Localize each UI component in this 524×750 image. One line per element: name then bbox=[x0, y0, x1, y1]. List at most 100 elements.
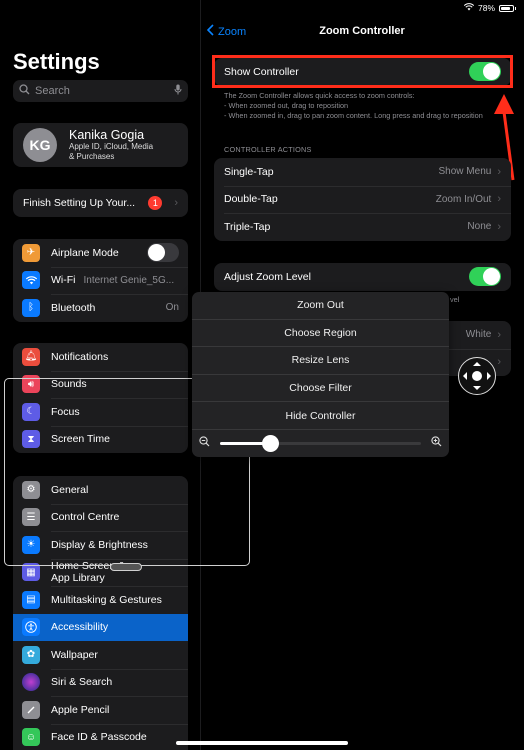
adjust-zoom-group: Adjust Zoom Level bbox=[214, 263, 511, 291]
apple-id-profile[interactable]: KG Kanika Gogia Apple ID, iCloud, Media … bbox=[13, 123, 188, 167]
home-indicator[interactable] bbox=[176, 741, 348, 745]
single-tap-row[interactable]: Single-Tap Show Menu › bbox=[214, 158, 511, 186]
action-label: Triple-Tap bbox=[224, 220, 271, 233]
bluetooth-value: On bbox=[165, 302, 179, 314]
chevron-right-icon: › bbox=[497, 328, 501, 341]
sidebar-item-apple-pencil[interactable]: Apple Pencil bbox=[13, 696, 188, 724]
slider-thumb[interactable] bbox=[262, 434, 280, 452]
triple-tap-row[interactable]: Triple-Tap None › bbox=[214, 213, 511, 241]
zoom-controller-joystick[interactable] bbox=[458, 357, 496, 395]
airplane-mode-toggle[interactable] bbox=[147, 243, 179, 263]
finish-setup-label: Finish Setting Up Your... bbox=[23, 197, 136, 209]
sidebar-item-label: Wi-Fi bbox=[51, 274, 76, 287]
sidebar-item-bluetooth[interactable]: ᛒ Bluetooth On bbox=[13, 294, 188, 322]
sidebar-item-siri-search[interactable]: Siri & Search bbox=[13, 668, 188, 697]
sidebar-item-accessibility[interactable]: Accessibility bbox=[13, 613, 188, 641]
accessibility-icon bbox=[22, 618, 40, 637]
adjust-zoom-label: Adjust Zoom Level bbox=[224, 270, 311, 283]
sidebar-item-wifi[interactable]: Wi-Fi Internet Genie_5G... bbox=[13, 266, 188, 295]
wifi-network-value: Internet Genie_5G... bbox=[83, 274, 175, 286]
sidebar-item-multitasking[interactable]: ▤ Multitasking & Gestures bbox=[13, 586, 188, 614]
battery-percent: 78% bbox=[477, 3, 495, 13]
profile-name: Kanika Gogia bbox=[69, 128, 145, 142]
action-label: Single-Tap bbox=[224, 165, 274, 178]
finish-setup-row[interactable]: Finish Setting Up Your... 1 › bbox=[13, 189, 188, 217]
sidebar-item-label: Accessibility bbox=[51, 621, 109, 634]
adjust-zoom-row[interactable]: Adjust Zoom Level bbox=[214, 263, 511, 291]
zoom-level-slider-row bbox=[192, 430, 449, 457]
notification-badge: 1 bbox=[148, 196, 163, 210]
menu-hide-controller[interactable]: Hide Controller bbox=[192, 402, 449, 430]
sidebar-item-label: Face ID & Passcode bbox=[51, 731, 147, 744]
zoom-out-magnifier-icon bbox=[199, 434, 210, 452]
wifi-status-icon bbox=[463, 3, 475, 13]
arrow-left-icon bbox=[463, 372, 467, 380]
chevron-right-icon: › bbox=[497, 165, 501, 178]
adjust-zoom-toggle[interactable] bbox=[469, 267, 501, 287]
flower-icon: ✿ bbox=[22, 645, 40, 664]
sidebar-item-label: Wallpaper bbox=[51, 648, 98, 661]
action-value: None bbox=[467, 221, 492, 233]
sidebar-item-label: Airplane Mode bbox=[51, 246, 119, 259]
double-tap-row[interactable]: Double-Tap Zoom In/Out › bbox=[214, 185, 511, 214]
sidebar-item-label: Bluetooth bbox=[51, 301, 96, 314]
search-placeholder: Search bbox=[35, 85, 70, 97]
zoom-controller-menu: Zoom Out Choose Region Resize Lens Choos… bbox=[192, 292, 449, 457]
show-controller-footnote: The Zoom Controller allows quick access … bbox=[224, 91, 484, 121]
action-value: Show Menu bbox=[438, 166, 492, 178]
sidebar-item-face-id[interactable]: ☺ Face ID & Passcode bbox=[13, 723, 188, 750]
footnote-line: - When zoomed out, drag to reposition bbox=[224, 101, 349, 110]
chevron-right-icon: › bbox=[497, 356, 501, 369]
arrow-right-icon bbox=[487, 372, 491, 380]
wifi-icon bbox=[22, 271, 40, 290]
profile-subtitle-line1: Apple ID, iCloud, Media bbox=[69, 142, 154, 151]
avatar: KG bbox=[23, 128, 57, 162]
lens-resize-handle[interactable] bbox=[110, 563, 142, 571]
search-input[interactable]: Search bbox=[13, 80, 188, 102]
menu-choose-filter[interactable]: Choose Filter bbox=[192, 375, 449, 403]
search-icon bbox=[19, 84, 30, 98]
sidebar-item-label: Notifications bbox=[51, 350, 109, 363]
label-line2: App Library bbox=[51, 572, 105, 585]
siri-icon bbox=[22, 673, 40, 692]
chevron-right-icon: › bbox=[497, 220, 501, 233]
footnote-line: The Zoom Controller allows quick access … bbox=[224, 91, 415, 100]
pencil-icon bbox=[22, 700, 40, 719]
footnote-line: - When zoomed in, drag to pan zoom conte… bbox=[224, 111, 483, 120]
sidebar-item-label: Siri & Search bbox=[51, 676, 113, 689]
menu-resize-lens[interactable]: Resize Lens bbox=[192, 347, 449, 375]
controller-actions-header: CONTROLLER ACTIONS bbox=[224, 145, 312, 154]
sidebar-item-label: Multitasking & Gestures bbox=[51, 593, 162, 606]
detail-title: Zoom Controller bbox=[319, 25, 405, 37]
settings-sidebar: Settings Search KG Kanika Gogia Apple ID… bbox=[0, 0, 201, 750]
sidebar-item-label: Apple Pencil bbox=[51, 703, 110, 716]
chevron-right-icon: › bbox=[497, 193, 501, 206]
microphone-icon[interactable] bbox=[174, 84, 182, 98]
partial-footnote: vel bbox=[450, 295, 460, 304]
action-value: Zoom In/Out bbox=[435, 193, 492, 205]
sidebar-item-wallpaper[interactable]: ✿ Wallpaper bbox=[13, 641, 188, 669]
zoom-level-slider[interactable] bbox=[220, 434, 421, 452]
controller-actions-group: Single-Tap Show Menu › Double-Tap Zoom I… bbox=[214, 158, 511, 241]
faceid-icon: ☺ bbox=[22, 728, 40, 747]
arrow-down-icon bbox=[473, 386, 481, 390]
sidebar-item-notifications[interactable]: 🔔︎ Notifications bbox=[13, 343, 188, 371]
zoom-in-magnifier-icon bbox=[431, 434, 442, 452]
color-value: White bbox=[465, 329, 492, 341]
profile-subtitle-line2: & Purchases bbox=[69, 152, 115, 161]
airplane-icon: ✈ bbox=[22, 243, 40, 262]
joystick-center-icon bbox=[472, 371, 482, 381]
action-label: Double-Tap bbox=[224, 193, 278, 206]
battery-icon bbox=[499, 4, 516, 12]
menu-zoom-out[interactable]: Zoom Out bbox=[192, 292, 449, 320]
bluetooth-icon: ᛒ bbox=[22, 298, 40, 317]
multitasking-icon: ▤ bbox=[22, 590, 40, 609]
menu-choose-region[interactable]: Choose Region bbox=[192, 320, 449, 348]
chevron-right-icon: › bbox=[174, 197, 178, 209]
bell-icon: 🔔︎ bbox=[22, 347, 40, 366]
arrow-up-icon bbox=[473, 362, 481, 366]
connectivity-group: ✈ Airplane Mode Wi-Fi Internet Genie_5G.… bbox=[13, 239, 188, 322]
sidebar-item-airplane-mode[interactable]: ✈ Airplane Mode bbox=[13, 239, 188, 267]
page-title: Settings bbox=[13, 49, 100, 74]
annotation-highlight-box bbox=[212, 55, 513, 88]
